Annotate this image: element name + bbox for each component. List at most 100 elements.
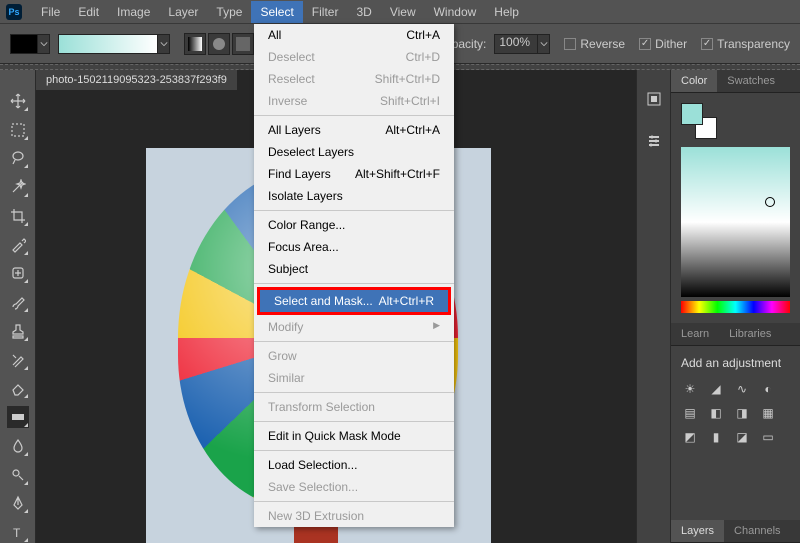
transparency-checkbox[interactable]: Transparency [701,37,790,51]
menu-item-select-and-mask[interactable]: Select and Mask...Alt+Ctrl+R [260,290,448,312]
menu-item-similar: Similar [254,367,454,389]
adjustments-panel: Add an adjustment ☀ ◢ ∿ ◐ ▤ ◧ ◨ ▦ ◩ ▮ ◪ [671,346,800,462]
menu-item-subject[interactable]: Subject [254,258,454,280]
exposure-icon[interactable]: ◐ [759,380,777,398]
curves-icon[interactable]: ∿ [733,380,751,398]
posterize-icon[interactable]: ▮ [707,428,725,446]
menu-edit[interactable]: Edit [69,1,108,23]
menu-separator [254,210,454,211]
photo-filter-icon[interactable]: ▦ [759,404,777,422]
tools-panel: T [0,70,36,543]
gradient-preview[interactable] [58,34,158,54]
select-menu-dropdown: AllCtrl+ADeselectCtrl+DReselectShift+Ctr… [254,24,454,527]
stamp-tool[interactable] [7,320,29,342]
healing-tool[interactable] [7,263,29,285]
menu-type[interactable]: Type [207,1,251,23]
gradient-dropdown[interactable] [158,34,170,54]
menu-item-all[interactable]: AllCtrl+A [254,24,454,46]
gradient-tool[interactable] [7,406,29,428]
menu-3d[interactable]: 3D [347,1,380,23]
menu-item-find-layers[interactable]: Find LayersAlt+Shift+Ctrl+F [254,163,454,185]
opacity-dropdown[interactable] [538,34,550,54]
menu-item-isolate-layers[interactable]: Isolate Layers [254,185,454,207]
menu-separator [254,421,454,422]
blur-tool[interactable] [7,435,29,457]
menu-item-all-layers[interactable]: All LayersAlt+Ctrl+A [254,119,454,141]
menu-layer[interactable]: Layer [159,1,207,23]
menu-item-focus-area[interactable]: Focus Area... [254,236,454,258]
layers-panel-tabs: Layers Channels [671,520,800,543]
menu-image[interactable]: Image [108,1,159,23]
highlighted-menu-item: Select and Mask...Alt+Ctrl+R [257,287,451,315]
menu-item-color-range[interactable]: Color Range... [254,214,454,236]
balloon-basket [294,526,338,543]
magic-wand-tool[interactable] [7,176,29,198]
menubar: Ps FileEditImageLayerTypeSelectFilter3DV… [0,0,800,24]
menu-filter[interactable]: Filter [303,1,348,23]
move-tool[interactable] [7,90,29,112]
pen-tool[interactable] [7,493,29,515]
history-panel-icon[interactable] [643,88,665,110]
gradient-map-icon[interactable]: ▭ [759,428,777,446]
dodge-tool[interactable] [7,464,29,486]
crop-tool[interactable] [7,205,29,227]
swatch-dropdown[interactable] [38,34,50,54]
tab-color[interactable]: Color [671,70,717,92]
right-panels: Color Swatches Learn Libraries Add an ad… [670,70,800,543]
document-tab[interactable]: photo-1502119095323-253837f293f9 [36,70,237,90]
menu-separator [254,501,454,502]
tab-layers[interactable]: Layers [671,520,724,542]
menu-item-deselect-layers[interactable]: Deselect Layers [254,141,454,163]
gradient-angle-button[interactable] [232,33,254,55]
threshold-icon[interactable]: ◪ [733,428,751,446]
gradient-type-group [184,33,254,55]
menu-item-transform-selection: Transform Selection [254,396,454,418]
menu-separator [254,450,454,451]
adjustments-title: Add an adjustment [681,356,790,370]
app-logo: Ps [6,4,22,20]
marquee-tool[interactable] [7,119,29,141]
menu-item-edit-in-quick-mask-mode[interactable]: Edit in Quick Mask Mode [254,425,454,447]
tab-swatches[interactable]: Swatches [717,70,785,92]
dither-checkbox[interactable]: Dither [639,37,687,51]
svg-text:T: T [13,526,21,540]
menu-item-load-selection[interactable]: Load Selection... [254,454,454,476]
menu-window[interactable]: Window [425,1,486,23]
menu-separator [254,115,454,116]
color-panel-tabs: Color Swatches [671,70,800,93]
menu-separator [254,392,454,393]
lasso-tool[interactable] [7,148,29,170]
properties-panel-icon[interactable] [643,130,665,152]
reverse-checkbox[interactable]: Reverse [564,37,625,51]
menu-file[interactable]: File [32,1,69,23]
menu-select[interactable]: Select [251,1,302,23]
tab-learn[interactable]: Learn [671,323,719,345]
fg-swatch[interactable] [10,34,38,54]
levels-icon[interactable]: ◢ [707,380,725,398]
menu-item-grow: Grow [254,345,454,367]
color-panel [671,93,800,323]
vibrance-icon[interactable]: ▤ [681,404,699,422]
tab-channels[interactable]: Channels [724,520,790,542]
learn-panel-tabs: Learn Libraries [671,323,800,346]
gradient-linear-button[interactable] [184,33,206,55]
menu-view[interactable]: View [381,1,425,23]
collapsed-panel-icons [636,70,670,543]
bw-icon[interactable]: ◨ [733,404,751,422]
tab-libraries[interactable]: Libraries [719,323,781,345]
color-field[interactable] [681,147,790,297]
gradient-radial-button[interactable] [208,33,230,55]
type-tool[interactable]: T [7,521,29,543]
invert-icon[interactable]: ◩ [681,428,699,446]
history-brush-tool[interactable] [7,349,29,371]
opacity-input[interactable]: 100% [494,34,538,54]
hue-icon[interactable]: ◧ [707,404,725,422]
brightness-icon[interactable]: ☀ [681,380,699,398]
brush-tool[interactable] [7,291,29,313]
eraser-tool[interactable] [7,378,29,400]
hue-strip[interactable] [681,301,790,313]
menu-help[interactable]: Help [485,1,528,23]
eyedropper-tool[interactable] [7,234,29,256]
fg-bg-swatches[interactable] [681,103,717,139]
menu-item-deselect: DeselectCtrl+D [254,46,454,68]
